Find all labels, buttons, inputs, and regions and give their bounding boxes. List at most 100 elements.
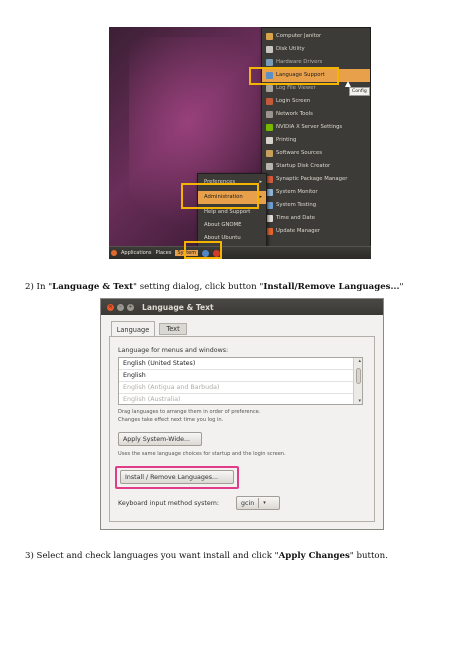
language-label: English (Australia) [123,396,181,404]
step-button-name: Install/Remove Languages... [263,282,400,292]
step-text: " [399,282,404,292]
firefox-icon[interactable] [202,249,210,257]
highlight-install-remove [115,466,239,489]
menu-item-update-manager[interactable]: Update Manager [262,225,370,238]
menu-item-label: Time and Date [276,215,315,222]
language-list[interactable]: English (United States) English English … [118,357,363,405]
monitor-icon [266,188,273,196]
tooltip: Config [349,87,370,96]
menu-item-label: Language Support [276,72,325,79]
menu-item-about-ubuntu[interactable]: About Ubuntu [198,232,266,245]
list-item[interactable]: English (United States) [119,358,362,370]
menu-item-label: Help and Support [204,209,251,216]
menu-item-label: System Monitor [276,189,318,196]
menu-item-system-testing[interactable]: System Testing [262,199,370,212]
tab-language[interactable]: Language [111,321,155,337]
scroll-up-icon[interactable]: ▴ [358,358,361,364]
menu-item-label: About GNOME [204,222,242,229]
apply-system-wide-button[interactable]: Apply System-Wide... [118,432,202,446]
menu-item-label: NVIDIA X Server Settings [276,124,343,131]
dialog-title: Language & Text [142,302,214,312]
menu-item-help[interactable]: Help and Support [198,206,266,219]
package-icon [266,149,273,157]
globe-icon [266,71,273,79]
language-tab-pane: Language for menus and windows: English … [109,336,375,522]
menu-item-label: Update Manager [276,228,321,235]
synaptic-icon [266,175,273,183]
menu-item-hardware-drivers[interactable]: Hardware Drivers [262,56,370,69]
applications-menu[interactable]: Applications [121,250,152,256]
ubuntu-logo-icon [111,250,117,256]
chip-icon [266,58,273,66]
menu-item-administration[interactable]: Administration ▸ [198,191,266,204]
minimize-icon[interactable]: – [117,303,124,311]
top-panel: Applications Places System [109,246,371,259]
tooltip-text: Config [352,89,367,94]
menu-item-login-screen[interactable]: Login Screen [262,95,370,108]
menu-item-label: Disk Utility [276,46,305,53]
menu-item-label: Log File Viewer [276,85,316,92]
menu-item-label: Startup Disk Creator [276,163,331,170]
keyboard-input-label: Keyboard input method system: [118,500,220,507]
usb-icon [266,162,273,170]
step-3-instruction: 3) Select and check languages you want i… [25,551,388,561]
menu-item-network-tools[interactable]: Network Tools [262,108,370,121]
menu-item-startup-disk-creator[interactable]: Startup Disk Creator [262,160,370,173]
chevron-down-icon: ▾ [263,500,266,506]
list-scrollbar[interactable]: ▴ ▾ [353,358,362,404]
dialog-titlebar: × – + Language & Text [101,299,383,315]
menu-item-preferences[interactable]: Preferences ▸ [198,176,266,189]
system-menu-button[interactable]: System [175,250,199,256]
menus-language-label: Language for menus and windows: [118,347,229,354]
language-label: English [123,371,146,379]
help-icon[interactable] [213,249,221,257]
menu-item-synaptic[interactable]: Synaptic Package Manager [262,173,370,186]
update-icon [266,227,273,235]
clock-icon [266,214,273,222]
menu-item-label: Synaptic Package Manager [276,176,348,183]
menu-item-disk-utility[interactable]: Disk Utility [262,43,370,56]
list-item[interactable]: English [119,370,362,382]
login-icon [266,97,273,105]
tab-label: Language [116,325,150,334]
language-text-dialog: × – + Language & Text Language Text Lang… [100,298,384,530]
menu-item-printing[interactable]: Printing [262,134,370,147]
button-label: Apply System-Wide... [123,435,190,443]
disk-icon [266,45,273,53]
close-icon[interactable]: × [107,303,114,311]
step-text: 2) In " [25,282,53,292]
step-text: 3) Select and check languages you want i… [25,551,279,561]
menu-item-about-gnome[interactable]: About GNOME [198,219,266,232]
menu-item-language-support[interactable]: Language Support [262,69,370,82]
step-dialog-name: Language & Text [52,282,134,292]
system-menu: Preferences ▸ Administration ▸ Help and … [197,173,267,249]
effect-hint: Changes take effect next time you log in… [118,417,224,423]
testing-icon [266,201,273,209]
menu-item-time-and-date[interactable]: Time and Date [262,212,370,225]
menu-item-computer-janitor[interactable]: Computer Janitor [262,30,370,43]
scroll-thumb[interactable] [356,368,361,384]
language-label: English (United States) [123,359,196,367]
mouse-pointer-icon [345,81,351,87]
menu-item-system-monitor[interactable]: System Monitor [262,186,370,199]
step-text: " button. [349,551,388,561]
tab-label: Text [166,325,180,333]
menu-item-nvidia-settings[interactable]: NVIDIA X Server Settings [262,121,370,134]
menu-item-label: Login Screen [276,98,311,105]
step-2-instruction: 2) In "Language & Text" setting dialog, … [25,282,403,292]
chevron-right-icon: ▸ [259,194,262,201]
menu-item-label: Preferences [204,179,236,186]
places-menu[interactable]: Places [156,250,172,256]
scroll-down-icon[interactable]: ▾ [358,398,361,404]
administration-submenu: Computer Janitor Disk Utility Hardware D… [261,27,371,249]
keyboard-input-select[interactable]: gcin ▾ [236,496,280,510]
maximize-icon[interactable]: + [127,303,134,311]
menu-item-label: Computer Janitor [276,33,322,40]
tab-text[interactable]: Text [159,323,187,335]
step-text: " setting dialog, click button " [133,282,264,292]
list-item[interactable]: English (Antigua and Barbuda) [119,382,362,394]
list-item[interactable]: English (Australia) [119,394,362,406]
menu-item-software-sources[interactable]: Software Sources [262,147,370,160]
menu-item-label: Hardware Drivers [276,59,323,66]
menu-item-label: Software Sources [276,150,322,157]
